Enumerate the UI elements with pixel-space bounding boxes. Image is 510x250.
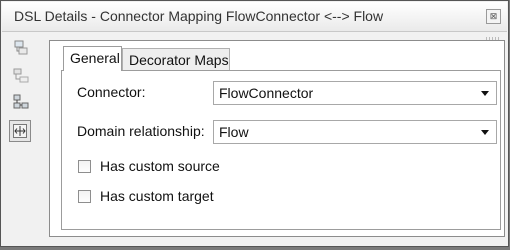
mapping-tree-icon[interactable]: [13, 40, 29, 56]
window-title: DSL Details - Connector Mapping FlowConn…: [14, 8, 384, 24]
domain-relationship-label: Domain relationship:: [77, 123, 205, 139]
tab-general[interactable]: General: [63, 46, 122, 71]
tab-decorator-maps[interactable]: Decorator Maps: [122, 48, 230, 70]
chevron-down-icon: [481, 91, 489, 96]
has-custom-target-label[interactable]: Has custom target: [100, 188, 214, 204]
tab-general-label: General: [70, 50, 120, 66]
has-custom-target-checkbox[interactable]: [78, 190, 91, 203]
connector-dropdown[interactable]: FlowConnector: [213, 81, 497, 105]
title-bar: DSL Details - Connector Mapping FlowConn…: [2, 2, 507, 32]
has-custom-source-checkbox[interactable]: [78, 160, 91, 173]
domain-relationship-dropdown[interactable]: Flow: [213, 120, 497, 144]
close-button[interactable]: ⊠: [486, 9, 501, 24]
hierarchy-icon[interactable]: [13, 94, 29, 110]
tab-decorator-maps-label: Decorator Maps: [129, 52, 229, 68]
class-tree-icon[interactable]: [13, 68, 29, 84]
connector-label: Connector:: [77, 84, 146, 100]
has-custom-source-label[interactable]: Has custom source: [100, 158, 220, 174]
connector-mapping-button[interactable]: [9, 120, 31, 142]
domain-relationship-value: Flow: [219, 124, 249, 140]
chevron-down-icon: [481, 130, 489, 135]
connector-value: FlowConnector: [219, 85, 314, 101]
connector-mapping-icon: [13, 124, 27, 138]
side-toolbar: [2, 32, 40, 246]
